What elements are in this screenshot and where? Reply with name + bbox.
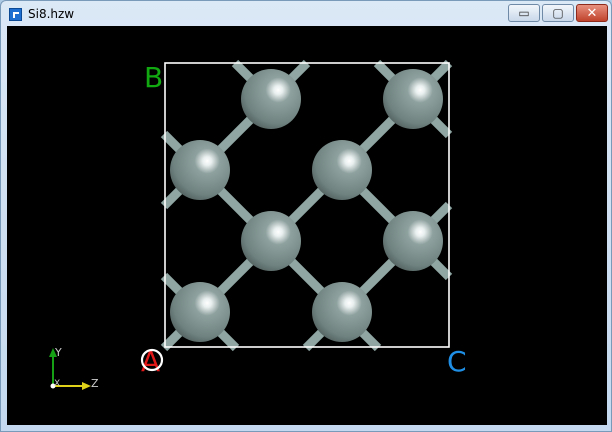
- minimize-icon: ▭: [518, 6, 530, 20]
- silicon-atom[interactable]: [170, 140, 230, 200]
- app-icon: [9, 8, 22, 21]
- silicon-atom[interactable]: [383, 69, 443, 129]
- cell-label-b: B: [144, 61, 163, 94]
- z-axis-arrow: [82, 382, 91, 390]
- cell-label-c: C: [447, 345, 467, 378]
- maximize-button[interactable]: ▢: [542, 4, 574, 22]
- x-axis-label: X: [54, 379, 60, 389]
- axis-indicator: Y X Z: [49, 346, 99, 390]
- silicon-atom[interactable]: [170, 282, 230, 342]
- minimize-button[interactable]: ▭: [508, 4, 540, 22]
- structure-viewport[interactable]: B C A Y X Z: [7, 26, 607, 425]
- close-icon: ✕: [586, 5, 598, 21]
- silicon-atom[interactable]: [241, 211, 301, 271]
- window-title: Si8.hzw: [28, 7, 75, 21]
- maximize-icon: ▢: [552, 6, 564, 20]
- title-bar[interactable]: Si8.hzw ▭ ▢ ✕: [1, 1, 611, 26]
- silicon-atom[interactable]: [312, 140, 372, 200]
- silicon-atom[interactable]: [312, 282, 372, 342]
- silicon-atom[interactable]: [241, 69, 301, 129]
- y-axis-label: Y: [54, 346, 62, 359]
- close-button[interactable]: ✕: [576, 4, 608, 22]
- app-window: Si8.hzw ▭ ▢ ✕ B C A Y X Z: [0, 0, 612, 432]
- silicon-atom[interactable]: [383, 211, 443, 271]
- z-axis-label: Z: [91, 377, 99, 390]
- structure-canvas[interactable]: B C A Y X Z: [7, 26, 607, 425]
